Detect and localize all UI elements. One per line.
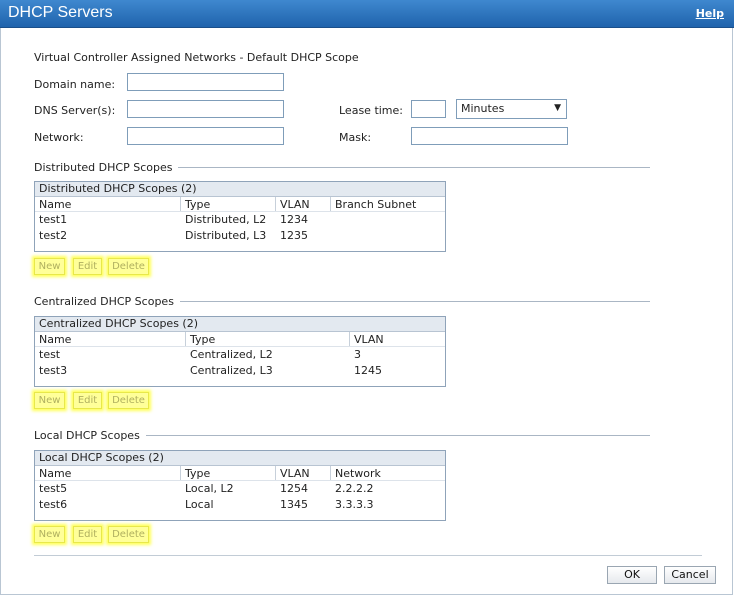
centralized-delete-button[interactable]: Delete [108, 392, 149, 409]
lease-unit-value: Minutes [461, 102, 505, 115]
centralized-edit-button[interactable]: Edit [73, 392, 102, 409]
window-title: DHCP Servers [8, 4, 113, 21]
column-header-vlan[interactable]: VLAN [280, 467, 310, 480]
network-label: Network: [34, 131, 84, 144]
column-header-name[interactable]: Name [39, 467, 71, 480]
lease-unit-select[interactable]: Minutes ▼ [456, 99, 567, 119]
cell-vlan: 1234 [280, 213, 308, 226]
cell-type: Distributed, L2 [185, 213, 267, 226]
distributed-new-button[interactable]: New [34, 258, 65, 275]
cell-vlan: 1245 [354, 364, 382, 377]
cell-network: 3.3.3.3 [335, 498, 374, 511]
distributed-section-title: Distributed DHCP Scopes [34, 161, 179, 174]
cell-vlan: 1235 [280, 229, 308, 242]
cell-type: Centralized, L3 [190, 364, 273, 377]
column-header-type[interactable]: Type [185, 467, 210, 480]
local-edit-button[interactable]: Edit [73, 526, 102, 543]
cell-type: Local, L2 [185, 482, 234, 495]
lease-time-input[interactable] [411, 100, 446, 118]
column-separator [349, 332, 350, 346]
column-header-name[interactable]: Name [39, 333, 71, 346]
column-separator [275, 466, 276, 480]
table-header-divider [35, 480, 445, 481]
column-header-name[interactable]: Name [39, 198, 71, 211]
centralized-table-caption: Centralized DHCP Scopes (2) [35, 317, 445, 332]
column-header-vlan[interactable]: VLAN [280, 198, 310, 211]
chevron-down-icon: ▼ [554, 103, 561, 113]
title-bar: DHCP Servers Help [0, 0, 734, 28]
column-header-network[interactable]: Network [335, 467, 381, 480]
mask-label: Mask: [339, 131, 372, 144]
column-separator [330, 466, 331, 480]
table-header-divider [35, 346, 445, 347]
local-delete-button[interactable]: Delete [108, 526, 149, 543]
mask-input[interactable] [411, 127, 568, 145]
distributed-edit-button[interactable]: Edit [73, 258, 102, 275]
cell-name: test3 [39, 364, 68, 377]
domain-name-label: Domain name: [34, 78, 116, 91]
column-separator [185, 332, 186, 346]
cell-type: Distributed, L3 [185, 229, 267, 242]
cell-type: Centralized, L2 [190, 348, 273, 361]
column-separator [180, 197, 181, 211]
default-scope-heading: Virtual Controller Assigned Networks - D… [34, 51, 359, 64]
cell-name: test [39, 348, 61, 361]
distributed-delete-button[interactable]: Delete [108, 258, 149, 275]
column-separator [275, 197, 276, 211]
column-header-type[interactable]: Type [190, 333, 215, 346]
network-input[interactable] [127, 127, 284, 145]
cell-name: test1 [39, 213, 68, 226]
lease-time-label: Lease time: [339, 104, 403, 117]
cell-network: 2.2.2.2 [335, 482, 374, 495]
help-link[interactable]: Help [696, 7, 724, 20]
column-separator [180, 466, 181, 480]
column-header-branch-subnet[interactable]: Branch Subnet [335, 198, 416, 211]
local-scopes-table: Local DHCP Scopes (2) Name Type VLAN Net… [34, 450, 446, 521]
distributed-scopes-table: Distributed DHCP Scopes (2) Name Type VL… [34, 181, 446, 252]
cancel-button[interactable]: Cancel [664, 566, 716, 584]
cell-name: test6 [39, 498, 68, 511]
centralized-new-button[interactable]: New [34, 392, 65, 409]
cell-vlan: 1345 [280, 498, 308, 511]
footer-divider [34, 555, 702, 556]
local-section-title: Local DHCP Scopes [34, 429, 146, 442]
local-table-caption: Local DHCP Scopes (2) [35, 451, 445, 466]
distributed-table-caption: Distributed DHCP Scopes (2) [35, 182, 445, 197]
cell-name: test5 [39, 482, 68, 495]
dns-server-label: DNS Server(s): [34, 104, 116, 117]
column-header-type[interactable]: Type [185, 198, 210, 211]
centralized-section-title: Centralized DHCP Scopes [34, 295, 180, 308]
column-separator [330, 197, 331, 211]
cell-type: Local [185, 498, 214, 511]
dns-server-input[interactable] [127, 100, 284, 118]
ok-button[interactable]: OK [607, 566, 657, 584]
cell-name: test2 [39, 229, 68, 242]
column-header-vlan[interactable]: VLAN [354, 333, 384, 346]
table-header-divider [35, 211, 445, 212]
cell-vlan: 1254 [280, 482, 308, 495]
cell-vlan: 3 [354, 348, 361, 361]
local-new-button[interactable]: New [34, 526, 65, 543]
domain-name-input[interactable] [127, 73, 284, 91]
centralized-scopes-table: Centralized DHCP Scopes (2) Name Type VL… [34, 316, 446, 387]
